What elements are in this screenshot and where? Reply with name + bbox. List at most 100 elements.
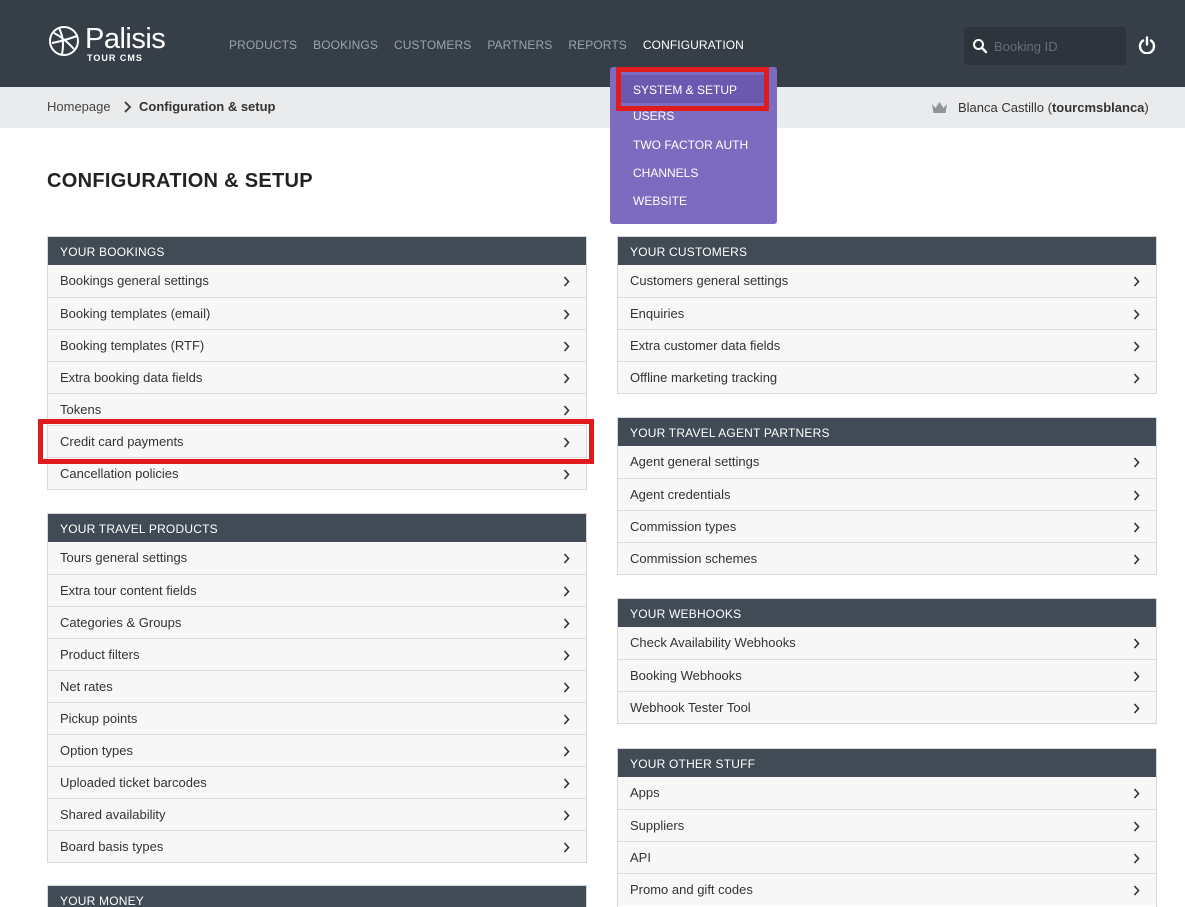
settings-row[interactable]: Agent general settings: [618, 446, 1156, 478]
chevron-right-icon: [1133, 853, 1140, 864]
nav-bookings[interactable]: BOOKINGS: [313, 38, 378, 52]
breadcrumb-home[interactable]: Homepage: [47, 99, 111, 114]
settings-row[interactable]: Extra tour content fields: [48, 574, 586, 606]
chevron-right-icon: [563, 276, 570, 287]
chevron-right-icon: [1133, 554, 1140, 565]
menu-item-channels[interactable]: CHANNELS: [633, 166, 698, 180]
nav-reports[interactable]: REPORTS: [568, 38, 627, 52]
panel-title: YOUR BOOKINGS: [48, 237, 586, 265]
settings-row-label: Enquiries: [630, 306, 685, 321]
settings-row-label: Extra customer data fields: [630, 338, 781, 353]
menu-item-website[interactable]: WEBSITE: [633, 194, 687, 208]
highlight-box-credit-card-payments: [38, 419, 594, 464]
globe-logo-icon: [49, 26, 79, 56]
user-name: Blanca Castillo (: [958, 100, 1052, 115]
settings-row-label: Webhook Tester Tool: [630, 700, 751, 715]
settings-row-label: Agent credentials: [630, 487, 731, 502]
settings-row[interactable]: API: [618, 841, 1156, 873]
settings-row[interactable]: Extra booking data fields: [48, 361, 586, 393]
panel-your-customers: YOUR CUSTOMERS Customers general setting…: [617, 236, 1157, 394]
settings-row[interactable]: Promo and gift codes: [618, 873, 1156, 905]
main-nav: PRODUCTS BOOKINGS CUSTOMERS PARTNERS REP…: [229, 38, 760, 52]
chevron-right-icon: [563, 682, 570, 693]
settings-row[interactable]: Booking templates (email): [48, 297, 586, 329]
settings-row[interactable]: Booking templates (RTF): [48, 329, 586, 361]
settings-row[interactable]: Option types: [48, 734, 586, 766]
settings-row-label: Agent general settings: [630, 454, 760, 469]
chevron-right-icon: [563, 842, 570, 853]
panel-title: YOUR TRAVEL PRODUCTS: [48, 514, 586, 542]
panel-your-travel-agent-partners: YOUR TRAVEL AGENT PARTNERS Agent general…: [617, 417, 1157, 575]
settings-row-label: API: [630, 850, 651, 865]
settings-row[interactable]: Check Availability Webhooks: [618, 627, 1156, 659]
chevron-right-icon: [563, 778, 570, 789]
settings-row-label: Booking templates (RTF): [60, 338, 205, 353]
settings-row[interactable]: Categories & Groups: [48, 606, 586, 638]
settings-row-label: Commission types: [630, 519, 737, 534]
chevron-right-icon: [563, 618, 570, 629]
nav-products[interactable]: PRODUCTS: [229, 38, 297, 52]
settings-row-label: Offline marketing tracking: [630, 370, 778, 385]
menu-item-two-factor-auth[interactable]: TWO FACTOR AUTH: [633, 138, 748, 152]
crown-icon: [932, 102, 947, 113]
breadcrumb-current: Configuration & setup: [139, 99, 276, 114]
settings-row[interactable]: Customers general settings: [618, 265, 1156, 297]
settings-row-label: Extra tour content fields: [60, 583, 197, 598]
settings-row[interactable]: Booking Webhooks: [618, 659, 1156, 691]
chevron-right-icon: [563, 586, 570, 597]
user-suffix: ): [1144, 100, 1149, 115]
settings-row[interactable]: Bookings general settings: [48, 265, 586, 297]
settings-row[interactable]: Apps: [618, 777, 1156, 809]
chevron-right-icon: [1133, 638, 1140, 649]
settings-row[interactable]: Uploaded ticket barcodes: [48, 766, 586, 798]
settings-row[interactable]: Webhook Tester Tool: [618, 691, 1156, 723]
chevron-right-icon: [563, 309, 570, 320]
chevron-right-icon: [1133, 522, 1140, 533]
panel-title: YOUR WEBHOOKS: [618, 599, 1156, 627]
settings-row-label: Commission schemes: [630, 551, 758, 566]
settings-row[interactable]: Commission schemes: [618, 542, 1156, 574]
settings-row[interactable]: Shared availability: [48, 798, 586, 830]
chevron-right-icon: [563, 553, 570, 564]
settings-row[interactable]: Pickup points: [48, 702, 586, 734]
settings-row-label: Tours general settings: [60, 550, 188, 565]
settings-row[interactable]: Suppliers: [618, 809, 1156, 841]
settings-row[interactable]: Commission types: [618, 510, 1156, 542]
menu-item-users[interactable]: USERS: [633, 109, 674, 123]
chevron-right-icon: [1133, 788, 1140, 799]
settings-row[interactable]: Board basis types: [48, 830, 586, 862]
settings-row[interactable]: Agent credentials: [618, 478, 1156, 510]
search-icon[interactable]: [972, 38, 988, 54]
top-navigation-bar: Palisis TOUR CMS PRODUCTS BOOKINGS CUSTO…: [0, 0, 1185, 87]
settings-row[interactable]: Offline marketing tracking: [618, 361, 1156, 393]
settings-row-label: Pickup points: [60, 711, 138, 726]
settings-row-label: Tokens: [60, 402, 102, 417]
user-info[interactable]: Blanca Castillo (tourcmsblanca): [958, 100, 1149, 115]
nav-configuration[interactable]: CONFIGURATION: [643, 38, 744, 52]
settings-row-label: Booking Webhooks: [630, 668, 742, 683]
booking-id-input[interactable]: [994, 36, 1119, 56]
settings-row[interactable]: Net rates: [48, 670, 586, 702]
settings-row[interactable]: Tours general settings: [48, 542, 586, 574]
settings-row-label: Apps: [630, 785, 660, 800]
highlight-box-system-setup: [616, 67, 769, 111]
chevron-right-icon: [563, 650, 570, 661]
settings-row-label: Option types: [60, 743, 133, 758]
palisis-logo[interactable]: Palisis TOUR CMS: [47, 24, 166, 63]
settings-row[interactable]: Product filters: [48, 638, 586, 670]
chevron-right-icon: [1133, 457, 1140, 468]
logout-power-icon[interactable]: [1138, 36, 1156, 54]
settings-row-label: Uploaded ticket barcodes: [60, 775, 207, 790]
page-title: CONFIGURATION & SETUP: [47, 170, 313, 192]
settings-row-label: Bookings general settings: [60, 273, 209, 288]
panel-your-other-stuff: YOUR OTHER STUFF Apps Suppliers API Promo a…: [617, 748, 1157, 907]
chevron-right-icon: [1133, 276, 1140, 287]
booking-search: [964, 27, 1126, 65]
settings-row[interactable]: Enquiries: [618, 297, 1156, 329]
panel-your-money: YOUR MONEY: [47, 885, 587, 907]
settings-row[interactable]: Extra customer data fields: [618, 329, 1156, 361]
breadcrumb-bar: Homepage Configuration & setup Blanca Ca…: [0, 87, 1185, 128]
nav-customers[interactable]: CUSTOMERS: [394, 38, 471, 52]
nav-partners[interactable]: PARTNERS: [487, 38, 552, 52]
chevron-right-icon: [1133, 671, 1140, 682]
